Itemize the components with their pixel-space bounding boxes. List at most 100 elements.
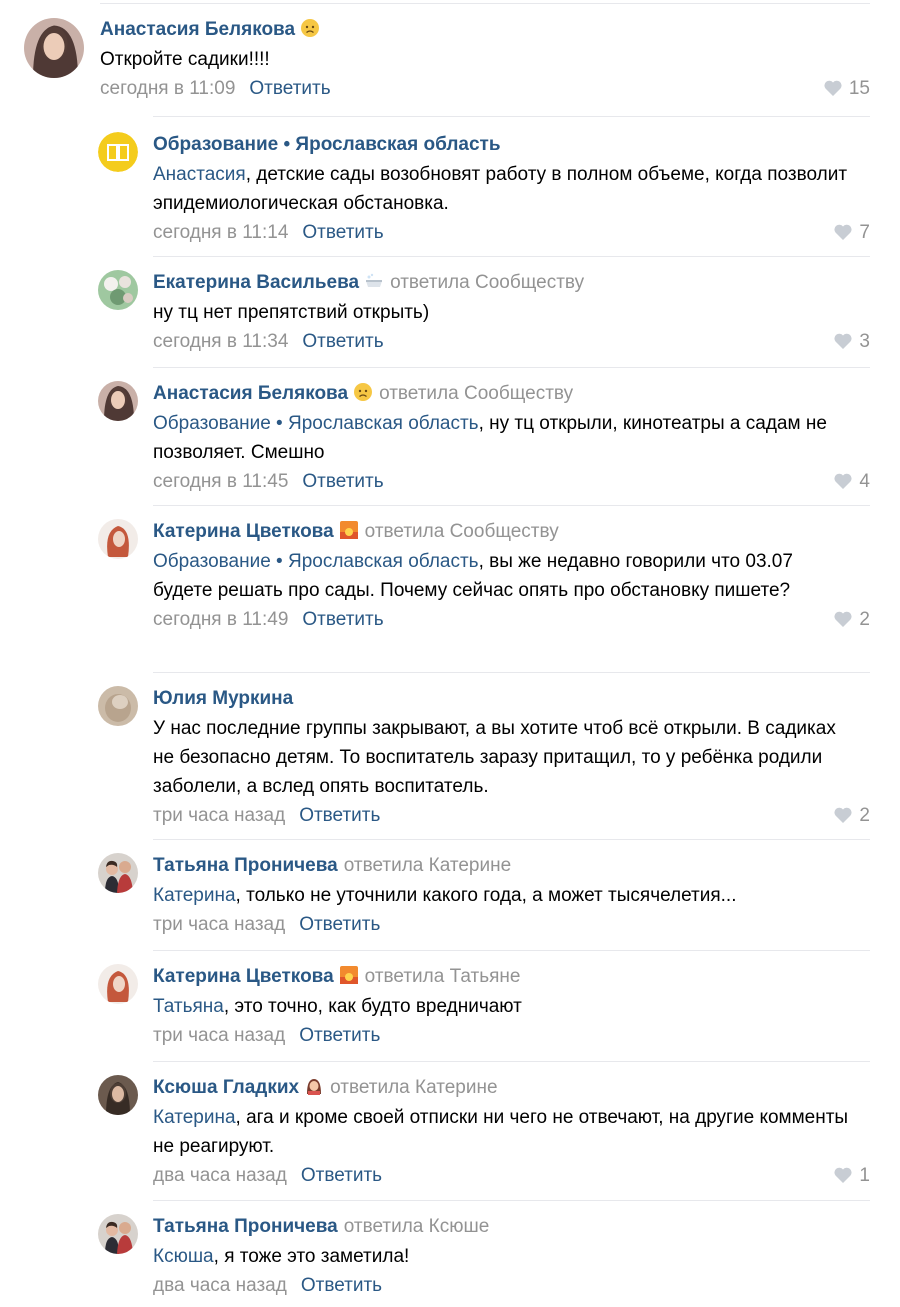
comment-message: это точно, как будто вредничают [234, 996, 522, 1017]
sunset-emoji [339, 965, 359, 985]
like-count: 15 [848, 78, 870, 99]
replied-to-link[interactable]: ответила Татьяне [365, 966, 521, 987]
comment-date[interactable]: сегодня в 11:34 [153, 331, 288, 352]
couple-photo-avatar[interactable] [98, 853, 138, 893]
comment-author[interactable]: Екатерина Васильева [153, 272, 359, 293]
like-button[interactable]: 15 [823, 74, 870, 103]
mention-link[interactable]: Катерина [153, 1107, 236, 1128]
reply-button[interactable]: Ответить [302, 222, 383, 243]
comment-author[interactable]: Катерина Цветкова [153, 966, 334, 987]
replied-to-link[interactable]: ответила Сообществу [365, 521, 559, 542]
mention-separator: , [235, 885, 247, 906]
comment-header: Анастасия Белякова [100, 15, 870, 45]
like-button[interactable]: 7 [833, 218, 870, 247]
like-button[interactable]: 2 [833, 801, 870, 830]
heart-icon [833, 332, 853, 350]
comment-footer: два часа назад Ответить [153, 1271, 870, 1300]
comment-header: Катерина Цветкова ответила Татьяне [153, 962, 870, 992]
dark-photo-avatar[interactable] [98, 1075, 138, 1115]
comment-date[interactable]: три часа назад [153, 914, 285, 935]
flowers-photo-avatar[interactable] [98, 270, 138, 310]
comment-message: детские сады возобновят работу в полном … [153, 164, 848, 214]
mention-link[interactable]: Образование • Ярославская область [153, 413, 479, 434]
mention-link[interactable]: Катерина [153, 885, 236, 906]
mention-link[interactable]: Ксюша [153, 1246, 214, 1267]
mention-link[interactable]: Анастасия [153, 164, 246, 185]
woman-photo-avatar[interactable] [98, 381, 138, 421]
comment-date[interactable]: два часа назад [153, 1165, 287, 1186]
reply-button[interactable]: Ответить [302, 471, 383, 492]
reply-button[interactable]: Ответить [302, 331, 383, 352]
comment-author[interactable]: Анастасия Белякова [153, 383, 348, 404]
comment-body: Татьяна Проничева ответила Катерине Катери… [153, 851, 870, 939]
reply-button[interactable]: Ответить [249, 78, 330, 99]
mention-link[interactable]: Образование • Ярославская область [153, 551, 479, 572]
replied-to-link[interactable]: ответила Ксюше [344, 1216, 490, 1237]
like-button[interactable]: 4 [833, 467, 870, 496]
comment-author[interactable]: Татьяна Проничева [153, 1216, 338, 1237]
comment-date[interactable]: три часа назад [153, 1025, 285, 1046]
comment-author[interactable]: Юлия Муркина [153, 688, 293, 709]
comment-body: Образование • Ярославская область Анастас… [153, 130, 870, 247]
replied-to-link[interactable]: ответила Катерине [344, 855, 511, 876]
comment-message: ну тц нет препятствий открыть) [153, 302, 430, 323]
comment-message: Откройте садики!!!! [100, 49, 270, 70]
mention-separator: , [245, 164, 257, 185]
book-logo-avatar[interactable] [98, 132, 138, 172]
comment-divider [153, 672, 870, 673]
comment-footer: сегодня в 11:45 Ответить 4 [153, 467, 870, 496]
comment-divider [153, 505, 870, 506]
comment-body: Ксюша Гладких ответила Катерине Катерина, … [153, 1073, 870, 1190]
comment-text: Татьяна, это точно, как будто вредничают [153, 992, 870, 1021]
comment-body: Катерина Цветкова ответила Сообществу Обра… [153, 517, 870, 634]
redhead-photo-avatar[interactable] [98, 519, 138, 559]
comment-message: только не уточнили какого года, а может … [246, 885, 737, 906]
replied-to-link[interactable]: ответила Сообществу [390, 272, 584, 293]
comment-date[interactable]: сегодня в 11:45 [153, 471, 288, 492]
comment-date[interactable]: сегодня в 11:49 [153, 609, 288, 630]
comment-footer: сегодня в 11:09 Ответить 15 [100, 74, 870, 103]
sunset-emoji [339, 520, 359, 540]
comment-text: Образование • Ярославская область, вы же… [153, 547, 870, 605]
comment-header: Образование • Ярославская область [153, 130, 870, 160]
comment-date[interactable]: сегодня в 11:14 [153, 222, 288, 243]
reply-button[interactable]: Ответить [302, 609, 383, 630]
reply-button[interactable]: Ответить [301, 1165, 382, 1186]
mention-separator: , [213, 1246, 225, 1267]
comment-footer: сегодня в 11:34 Ответить 3 [153, 327, 870, 356]
comment-text: Ксюша, я тоже это заметила! [153, 1242, 870, 1271]
like-button[interactable]: 2 [833, 605, 870, 634]
like-button[interactable]: 3 [833, 327, 870, 356]
comment-author[interactable]: Ксюша Гладких [153, 1077, 299, 1098]
comment-date[interactable]: три часа назад [153, 805, 285, 826]
mention-separator: , [223, 996, 235, 1017]
comment-text: Откройте садики!!!! [100, 45, 870, 74]
replied-to-link[interactable]: ответила Сообществу [379, 383, 573, 404]
comment-header: Татьяна Проничева ответила Ксюше [153, 1212, 870, 1242]
comment-author[interactable]: Татьяна Проничева [153, 855, 338, 876]
comment-header: Анастасия Белякова ответила Сообществу [153, 379, 870, 409]
comment-date[interactable]: сегодня в 11:09 [100, 78, 235, 99]
comment-author[interactable]: Катерина Цветкова [153, 521, 334, 542]
comment-author[interactable]: Образование • Ярославская область [153, 134, 501, 155]
reply-button[interactable]: Ответить [301, 1275, 382, 1296]
redhead-photo-avatar[interactable] [98, 964, 138, 1004]
comment-text: Катерина, только не уточнили какого года… [153, 881, 870, 910]
comment-author[interactable]: Анастасия Белякова [100, 19, 295, 40]
comment-divider [153, 1061, 870, 1062]
comment-date[interactable]: два часа назад [153, 1275, 287, 1296]
replied-to-link[interactable]: ответила Катерине [330, 1077, 497, 1098]
like-button[interactable]: 1 [833, 1161, 870, 1190]
beige-photo-avatar[interactable] [98, 686, 138, 726]
reply-button[interactable]: Ответить [299, 805, 380, 826]
mention-separator: , [478, 551, 490, 572]
woman-emoji [304, 1076, 324, 1096]
couple-photo-avatar[interactable] [98, 1214, 138, 1254]
reply-button[interactable]: Ответить [299, 1025, 380, 1046]
woman-photo-avatar[interactable] [24, 18, 84, 78]
mention-separator: , [235, 1107, 247, 1128]
comment-divider [153, 1200, 870, 1201]
comment-text: ну тц нет препятствий открыть) [153, 298, 870, 327]
reply-button[interactable]: Ответить [299, 914, 380, 935]
mention-link[interactable]: Татьяна [153, 996, 224, 1017]
